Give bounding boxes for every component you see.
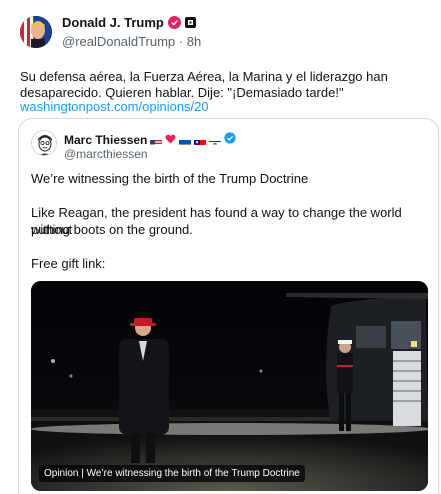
quoted-author-name[interactable]: Marc Thiessen <box>64 133 147 147</box>
post-time[interactable]: 8h <box>187 34 201 49</box>
author-handle[interactable]: @realDonaldTrump <box>62 34 175 49</box>
quoted-text-line-3: putting boots on the ground. <box>31 222 193 237</box>
quoted-author-handle[interactable]: @marcthiessen <box>64 147 148 161</box>
meta-separator: · <box>178 34 184 49</box>
quoted-post[interactable]: Marc Thiessen @marcthiessen We’re witnes… <box>18 118 439 494</box>
red-heart-icon <box>165 131 176 149</box>
post-text: Su defensa aérea, la Fuerza Aérea, la Ma… <box>20 69 420 101</box>
verified-check-icon <box>224 131 236 149</box>
quoted-text-line-1: We’re witnessing the birth of the Trump … <box>31 171 309 186</box>
taiwan-flag-icon <box>194 136 207 145</box>
post-card[interactable]: Donald J. Trump @realDonaldTrump · 8h Su… <box>0 0 441 494</box>
author-avatar[interactable] <box>20 16 52 48</box>
us-flag-icon <box>150 136 163 145</box>
ukraine-flag-icon <box>179 136 192 145</box>
israel-flag-icon <box>209 136 222 145</box>
quoted-text-line-4: Free gift link: <box>31 256 106 271</box>
night-helicopter-scene <box>31 281 428 491</box>
post-text-line-1: Su defensa aérea, la Fuerza Aérea, la Ma… <box>20 69 388 84</box>
link-preview-image[interactable]: Opinion | We’re witnessing the birth of … <box>31 281 428 491</box>
author-meta: @realDonaldTrump · 8h <box>62 34 201 49</box>
author-name[interactable]: Donald J. Trump <box>62 15 164 30</box>
post-link[interactable]: washingtonpost.com/opinions/20 <box>20 99 209 114</box>
quoted-author-avatar[interactable] <box>31 130 57 156</box>
affiliation-badge-icon <box>184 17 196 28</box>
verified-badge-icon <box>167 16 181 29</box>
link-preview-caption[interactable]: Opinion | We’re witnessing the birth of … <box>39 465 305 482</box>
